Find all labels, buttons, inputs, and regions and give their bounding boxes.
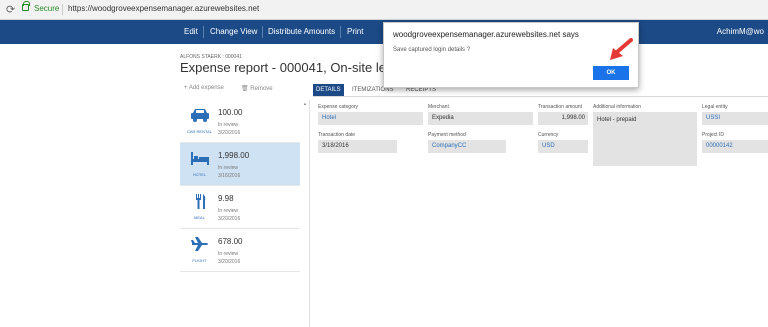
secure-label: Secure [34, 4, 60, 13]
expense-date: 3/20/2016 [218, 216, 241, 222]
url-text[interactable]: https://woodgroveexpensemanager.azureweb… [68, 4, 259, 13]
browser-address-bar: ⟳ Secure https://woodgroveexpensemanager… [0, 0, 768, 20]
airplane-icon [191, 237, 208, 251]
remove-button[interactable]: 🗑 Remove [241, 85, 273, 92]
legal-entity-label: Legal entity [702, 104, 728, 110]
dialog-title: woodgroveexpensemanager.azurewebsites.ne… [393, 30, 579, 39]
tab-details[interactable]: DETAILS [313, 84, 344, 96]
merchant-label: Merchant [428, 104, 449, 110]
additional-info-label: Additional information [593, 104, 642, 110]
expense-amount: 100.00 [218, 108, 243, 117]
expense-category: HOTEL [192, 172, 207, 177]
car-icon [191, 109, 209, 122]
currency-label: Currency [538, 132, 559, 138]
collapse-caret-icon[interactable]: ▲ [303, 101, 307, 106]
expense-category: FLIGHT [192, 258, 207, 263]
payment-method-label: Payment method [428, 132, 466, 138]
page-title: Expense report - 000041, On-site lea [180, 60, 394, 75]
tab-underline [313, 96, 768, 97]
expense-category-label: Expense category [318, 104, 359, 110]
currency-field[interactable]: USD [538, 140, 588, 153]
transaction-date-field[interactable]: 3/18/2016 [318, 140, 397, 153]
browser-alert-dialog: woodgroveexpensemanager.azurewebsites.ne… [383, 22, 639, 88]
transaction-date-label: Transaction date [318, 132, 356, 138]
distribute-amounts-button[interactable]: Distribute Amounts [263, 20, 340, 44]
change-view-button[interactable]: Change View [205, 20, 262, 44]
expense-status: In review [218, 208, 239, 214]
expense-category: MEAL [194, 215, 205, 220]
url-divider [62, 4, 63, 15]
expense-date: 3/16/2016 [218, 173, 241, 179]
ok-button[interactable]: OK [593, 66, 629, 80]
red-arrow-annotation-icon [610, 38, 633, 60]
user-account[interactable]: AchimM@wo [717, 20, 764, 44]
panel-divider [309, 100, 310, 327]
transaction-amount-field[interactable]: 1,998.00 [538, 112, 588, 125]
expense-amount: 1,998.00 [218, 151, 250, 160]
bed-icon [191, 152, 209, 165]
expense-amount: 678.00 [218, 237, 243, 246]
reload-icon[interactable]: ⟳ [6, 3, 15, 16]
expense-category-field[interactable]: Hotel [318, 112, 423, 125]
expense-status: In review [218, 122, 239, 128]
fork-knife-icon [196, 194, 206, 209]
lock-icon [22, 1, 30, 11]
expense-item-meal[interactable]: MEAL 9.98 In review 3/20/2016 [180, 186, 300, 229]
expense-category: CAR RENTAL [186, 129, 213, 134]
project-id-label: Project ID [702, 132, 724, 138]
edit-button[interactable]: Edit [179, 20, 203, 44]
transaction-amount-label: Transaction amount [538, 104, 583, 110]
legal-entity-field[interactable]: USSI [702, 112, 768, 125]
project-id-field[interactable]: 00000142 [702, 140, 768, 153]
expense-date: 3/20/2016 [218, 130, 241, 136]
expense-date: 3/20/2016 [218, 259, 241, 265]
merchant-field[interactable]: Expedia [428, 112, 533, 125]
toolbar-divider [340, 26, 341, 38]
add-expense-button[interactable]: + Add expense [184, 85, 224, 91]
toolbar-divider [203, 26, 204, 38]
expense-list: CAR RENTAL 100.00 In review 3/20/2016 HO… [180, 100, 300, 280]
dialog-message: Save captured login details ? [393, 47, 471, 53]
additional-info-field[interactable]: Hotel - prepaid [593, 112, 697, 166]
expense-item-flight[interactable]: FLIGHT 678.00 In review 3/20/2016 [180, 229, 300, 272]
payment-method-field[interactable]: CompanyCC [428, 140, 506, 153]
expense-item-car-rental[interactable]: CAR RENTAL 100.00 In review 3/20/2016 [180, 100, 300, 143]
print-button[interactable]: Print [342, 20, 368, 44]
expense-amount: 9.98 [218, 194, 234, 203]
expense-item-hotel[interactable]: HOTEL 1,998.00 In review 3/16/2016 [180, 143, 300, 186]
expense-status: In review [218, 251, 239, 257]
expense-status: In review [218, 165, 239, 171]
